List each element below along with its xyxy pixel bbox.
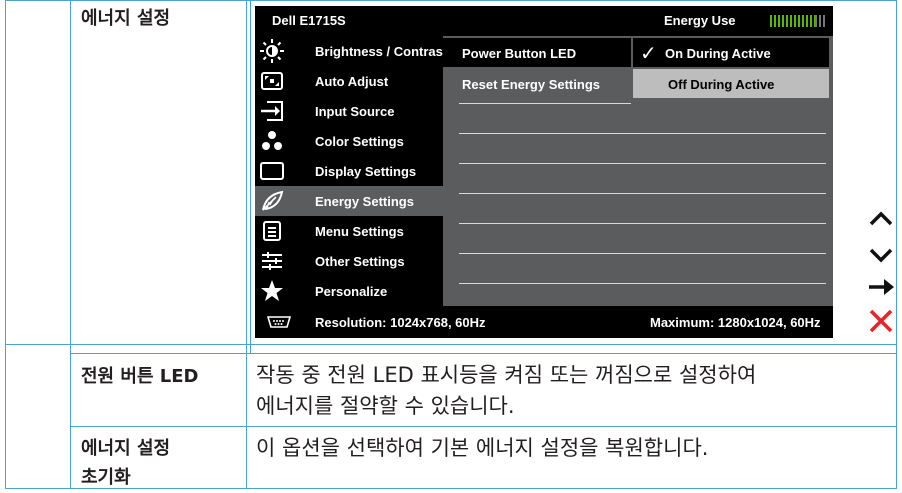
table-border-col2-inner	[250, 0, 251, 353]
vga-connector-icon	[265, 314, 293, 330]
energy-use-meter-unused	[815, 15, 826, 27]
row-label-line: 에너지 설정	[81, 438, 171, 459]
option-label: On During Active	[665, 46, 771, 61]
menu-item-input-source[interactable]: Input Source	[255, 96, 443, 126]
close-icon[interactable]	[866, 306, 896, 336]
menu-item-label: Color Settings	[315, 134, 404, 149]
submenu-label: Power Button LED	[462, 46, 577, 61]
option-label: Off During Active	[668, 77, 775, 92]
osd-screen: Dell E1715S Energy Use Brightness / Cont…	[255, 6, 833, 338]
brightness-icon	[259, 38, 285, 64]
table-border-col1	[70, 0, 71, 489]
table-border-right	[896, 0, 897, 489]
display-settings-icon	[259, 158, 285, 184]
color-settings-icon	[259, 128, 285, 154]
table-border-row1-inner	[70, 353, 897, 354]
menu-item-label: Display Settings	[315, 164, 417, 179]
osd-header: Dell E1715S Energy Use	[255, 6, 833, 36]
auto-adjust-icon	[259, 68, 285, 94]
table-border-col2	[246, 0, 247, 489]
row-desc-power-button-led: 작동 중 전원 LED 표시등을 켜짐 또는 꺼짐으로 설정하여 에너지를 절약…	[256, 360, 756, 422]
input-source-icon	[259, 98, 285, 124]
submenu-divider	[459, 223, 826, 224]
table-border-row1	[5, 344, 897, 345]
menu-item-label: Personalize	[315, 284, 388, 299]
checkmark-icon: ✓	[640, 43, 657, 65]
desc-line: 작동 중 전원 LED 표시등을 켜짐 또는 꺼짐으로 설정하여	[256, 363, 757, 387]
menu-item-color-settings[interactable]: Color Settings	[255, 126, 443, 156]
osd-submenu-panel: Power Button LED ✓ On During Active Rese…	[443, 36, 833, 306]
resolution-text: Resolution: 1024x768, 60Hz	[315, 315, 486, 330]
model-name: Dell E1715S	[272, 13, 346, 28]
submenu-label: Reset Energy Settings	[462, 77, 600, 92]
menu-item-display-settings[interactable]: Display Settings	[255, 156, 443, 186]
energy-leaf-icon	[259, 188, 285, 214]
menu-item-energy-settings[interactable]: Energy Settings	[255, 186, 443, 216]
menu-settings-icon	[259, 218, 285, 244]
right-arrow-icon[interactable]	[866, 272, 896, 302]
submenu-power-button-led[interactable]: Power Button LED	[443, 38, 631, 67]
up-arrow-icon[interactable]	[866, 204, 896, 234]
row-label-line: 초기화	[81, 467, 131, 488]
submenu-divider	[459, 133, 826, 134]
menu-item-label: Menu Settings	[315, 224, 404, 239]
row-label-reset-energy-settings: 에너지 설정 초기화	[81, 434, 170, 492]
submenu-divider	[459, 193, 826, 194]
row-label-power-button-led: 전원 버튼 LED	[81, 366, 199, 387]
option-on-during-active[interactable]: ✓ On During Active	[633, 38, 829, 67]
maximum-resolution-text: Maximum: 1280x1024, 60Hz	[650, 315, 821, 330]
submenu-divider	[459, 253, 826, 254]
desc-line: 에너지를 절약할 수 있습니다.	[256, 394, 515, 418]
menu-item-label: Other Settings	[315, 254, 405, 269]
table-border-row2	[70, 426, 897, 427]
star-icon	[259, 278, 285, 304]
table-border-left	[5, 0, 6, 489]
osd-main-menu: Brightness / Contrast Auto Adjust Input …	[255, 36, 447, 306]
energy-use-meter	[770, 15, 826, 27]
submenu-divider	[459, 163, 826, 164]
row-desc-reset-energy-settings: 이 옵션을 선택하여 기본 에너지 설정을 복원합니다.	[256, 436, 709, 460]
submenu-reset-energy-settings[interactable]: Reset Energy Settings	[443, 69, 631, 98]
other-settings-icon	[259, 248, 285, 274]
menu-item-brightness-contrast[interactable]: Brightness / Contrast	[255, 36, 447, 66]
table-border-top	[5, 0, 897, 1]
menu-item-auto-adjust[interactable]: Auto Adjust	[255, 66, 443, 96]
submenu-divider	[459, 283, 826, 284]
down-arrow-icon[interactable]	[866, 240, 896, 270]
menu-item-label: Energy Settings	[315, 194, 414, 209]
menu-item-label: Brightness / Contrast	[315, 44, 448, 59]
osd-footer: Resolution: 1024x768, 60Hz Maximum: 1280…	[255, 306, 833, 338]
menu-item-label: Auto Adjust	[315, 74, 389, 89]
menu-item-other-settings[interactable]: Other Settings	[255, 246, 443, 276]
submenu-divider	[459, 103, 631, 104]
menu-item-menu-settings[interactable]: Menu Settings	[255, 216, 443, 246]
option-off-during-active[interactable]: Off During Active	[633, 69, 829, 98]
row-label-energy-settings: 에너지 설정	[81, 8, 171, 29]
menu-item-personalize[interactable]: Personalize	[255, 276, 443, 306]
menu-item-label: Input Source	[315, 104, 395, 119]
energy-use-label: Energy Use	[664, 13, 736, 28]
